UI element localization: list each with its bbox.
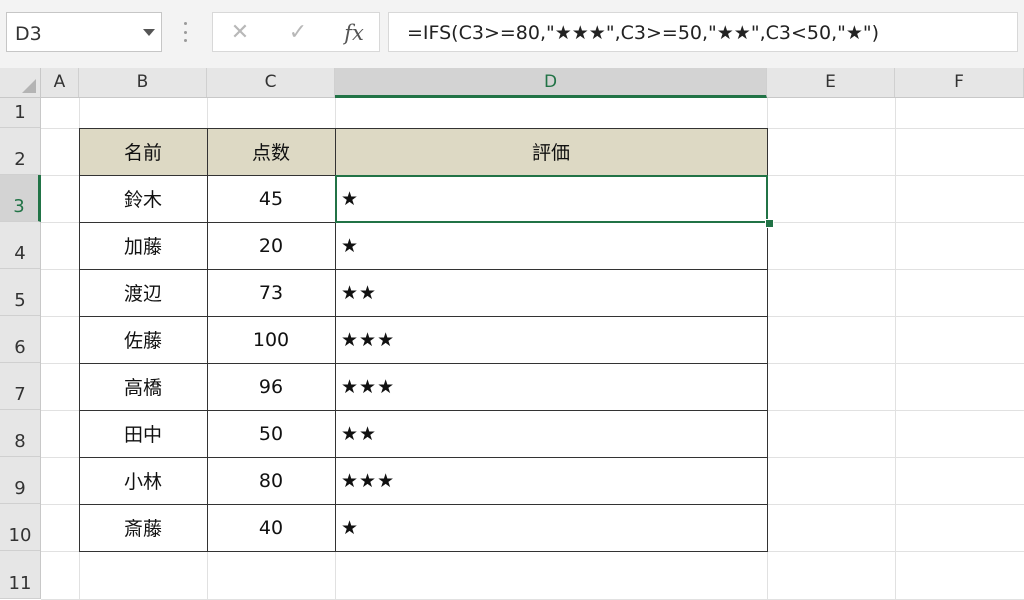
- table-border-horizontal: [79, 410, 768, 411]
- row-header-2[interactable]: 2: [0, 128, 40, 175]
- select-all-button[interactable]: [0, 68, 41, 97]
- table-border-horizontal: [79, 363, 768, 364]
- formula-text: =IFS(C3>=80,"★★★",C3>=50,"★★",C3<50,"★"): [407, 22, 880, 44]
- table-border-horizontal: [79, 316, 768, 317]
- row-header-4[interactable]: 4: [0, 222, 40, 269]
- score-cell[interactable]: 100: [207, 316, 335, 363]
- table-border-horizontal: [79, 551, 768, 552]
- row-header-7[interactable]: 7: [0, 363, 40, 410]
- row-header-9[interactable]: 9: [0, 457, 40, 504]
- row-header-8[interactable]: 8: [0, 410, 40, 457]
- column-header-e[interactable]: E: [767, 68, 895, 97]
- active-cell-selection[interactable]: [335, 175, 768, 223]
- cancel-icon[interactable]: ✕: [225, 19, 255, 47]
- table-border-horizontal: [79, 504, 768, 505]
- column-header-d[interactable]: D: [335, 68, 767, 98]
- table-header-cell[interactable]: 点数: [207, 128, 335, 175]
- rating-cell[interactable]: ★★★: [335, 316, 767, 363]
- rating-cell[interactable]: ★★★: [335, 363, 767, 410]
- score-cell[interactable]: 96: [207, 363, 335, 410]
- grip-icon[interactable]: [183, 22, 187, 42]
- table-border-horizontal: [79, 457, 768, 458]
- row-header-1[interactable]: 1: [0, 98, 40, 128]
- enter-icon[interactable]: ✓: [283, 19, 313, 47]
- score-cell[interactable]: 50: [207, 410, 335, 457]
- rating-cell[interactable]: ★: [335, 222, 767, 269]
- column-header-c[interactable]: C: [207, 68, 335, 97]
- gridline-vertical: [895, 98, 896, 599]
- score-cell[interactable]: 73: [207, 269, 335, 316]
- column-header: ABCDEF: [0, 68, 1024, 98]
- row-header-5[interactable]: 5: [0, 269, 40, 316]
- column-header-f[interactable]: F: [895, 68, 1024, 97]
- formula-bar: D3 ✕ ✓ fx =IFS(C3>=80,"★★★",C3>=50,"★★",…: [0, 0, 1024, 69]
- name-cell[interactable]: 田中: [79, 410, 207, 457]
- name-cell[interactable]: 加藤: [79, 222, 207, 269]
- select-all-icon: [22, 79, 36, 93]
- name-box[interactable]: D3: [6, 12, 162, 52]
- rating-cell[interactable]: ★★★: [335, 457, 767, 504]
- name-cell[interactable]: 高橋: [79, 363, 207, 410]
- name-cell[interactable]: 佐藤: [79, 316, 207, 363]
- table-border-vertical: [79, 128, 80, 552]
- score-cell[interactable]: 45: [207, 175, 335, 222]
- table-header-cell[interactable]: 評価: [335, 128, 767, 175]
- fill-handle[interactable]: [765, 219, 774, 228]
- rating-cell[interactable]: ★★: [335, 269, 767, 316]
- formula-input[interactable]: =IFS(C3>=80,"★★★",C3>=50,"★★",C3<50,"★"): [388, 12, 1018, 52]
- formula-buttons: ✕ ✓ fx: [212, 12, 380, 52]
- name-cell[interactable]: 鈴木: [79, 175, 207, 222]
- name-cell[interactable]: 小林: [79, 457, 207, 504]
- score-cell[interactable]: 80: [207, 457, 335, 504]
- row-header-10[interactable]: 10: [0, 504, 40, 551]
- table-border-horizontal: [79, 269, 768, 270]
- row-header-3[interactable]: 3: [0, 175, 41, 222]
- chevron-down-icon[interactable]: [143, 29, 155, 36]
- name-cell[interactable]: 渡辺: [79, 269, 207, 316]
- column-header-a[interactable]: A: [41, 68, 79, 97]
- score-cell[interactable]: 40: [207, 504, 335, 551]
- name-cell[interactable]: 斎藤: [79, 504, 207, 551]
- row-header-6[interactable]: 6: [0, 316, 40, 363]
- row-header: 1 2 3 4 5 6 7 8 9 10 11: [0, 98, 41, 599]
- rating-cell[interactable]: ★: [335, 504, 767, 551]
- row-header-11[interactable]: 11: [0, 551, 40, 599]
- name-box-value: D3: [15, 23, 42, 45]
- rating-cell[interactable]: ★★: [335, 410, 767, 457]
- worksheet-grid[interactable]: 名前 点数 評価 鈴木 45 ★ 加藤 20 ★ 渡辺 73 ★★ 佐藤 100 ★★★ 高橋 96 ★★★ 田中 5…: [41, 98, 1024, 600]
- score-cell[interactable]: 20: [207, 222, 335, 269]
- table-border-vertical: [207, 128, 208, 552]
- table-border-horizontal: [79, 128, 768, 129]
- table-header-cell[interactable]: 名前: [79, 128, 207, 175]
- column-header-b[interactable]: B: [79, 68, 207, 97]
- insert-function-icon[interactable]: fx: [339, 19, 369, 47]
